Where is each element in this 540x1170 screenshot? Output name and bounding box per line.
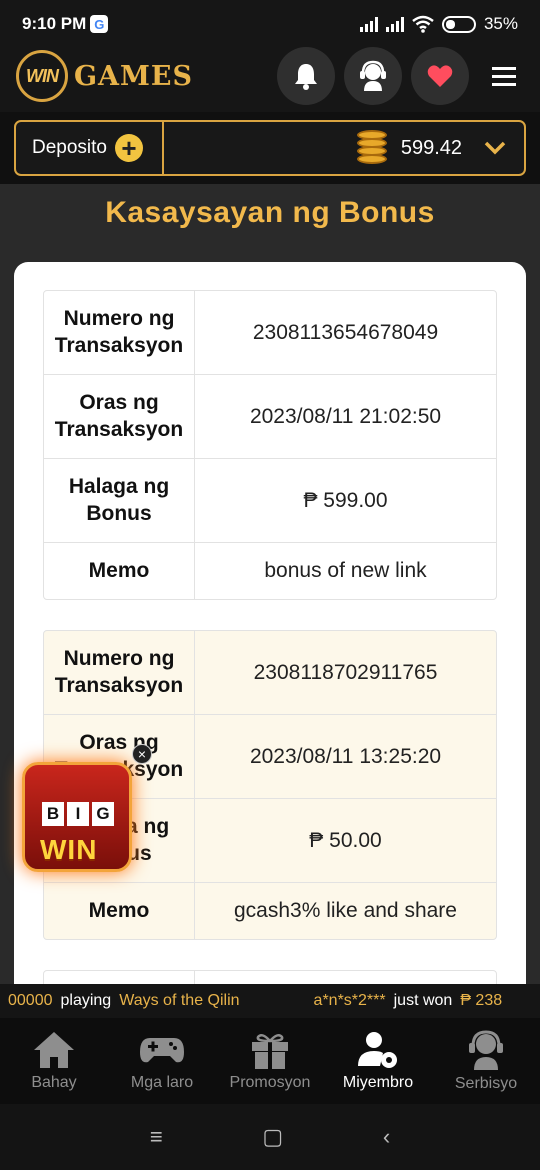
signal-icon [359, 16, 378, 32]
record-row: Numero ng Transaksyon 2308113654678049 [44, 291, 496, 375]
big-win-promo[interactable]: B I G WIN × [22, 744, 152, 872]
app-header: WIN GAMES [0, 40, 540, 112]
gamepad-icon [140, 1038, 184, 1063]
nav-item-games[interactable]: Mga laro [108, 1018, 216, 1104]
big-win-big-text: B I G [42, 802, 114, 826]
logo-mark: WIN [16, 50, 68, 102]
notifications-button[interactable] [277, 47, 335, 105]
wallet-bar-wrap: Deposito + 599.42 [0, 112, 540, 184]
gift-icon [252, 1033, 288, 1069]
bonus-amount-label: Halaga ng Bonus [44, 459, 195, 542]
signal-icon [385, 16, 404, 32]
coins-icon [353, 130, 393, 166]
recent-apps-button[interactable]: ≡ [150, 1124, 163, 1150]
status-indicators: 35% [359, 14, 518, 34]
record-row: Memo bonus of new link [44, 543, 496, 599]
nav-item-promotions[interactable]: Promosyon [216, 1018, 324, 1104]
balance-amount: 599.42 [400, 136, 462, 159]
page-title: Kasaysayan ng Bonus [105, 196, 435, 229]
transaction-time-value: 2023/08/11 21:02:50 [249, 404, 442, 428]
heart-icon [427, 65, 453, 87]
transaction-number-value: 2308113654678049 [252, 320, 439, 344]
main-content: Kasaysayan ng Bonus Numero ng Transaksyo… [0, 184, 540, 1028]
bonus-amount-value: ₱ 599.00 [303, 488, 388, 512]
plus-icon: + [115, 134, 143, 162]
battery-level: 35% [483, 14, 518, 33]
back-button[interactable]: ‹ [383, 1124, 390, 1150]
transaction-time-label: Oras ng Transaksyon [44, 375, 195, 458]
support-button[interactable] [344, 47, 402, 105]
member-settings-icon [358, 1032, 397, 1068]
memo-label: Memo [44, 543, 195, 599]
ticker-won-amount: ₱ 238 [460, 992, 503, 1009]
bell-icon [295, 64, 317, 90]
balance-dropdown[interactable]: 599.42 [353, 130, 524, 166]
record-row: Oras ng Transaksyon 2023/08/11 21:02:50 [44, 375, 496, 459]
nav-label: Mga laro [130, 1074, 194, 1091]
wifi-icon [412, 15, 434, 33]
system-nav-bar: ≡ ▢ ‹ [0, 1104, 540, 1170]
ticker-won-label: just won [393, 992, 453, 1009]
bonus-amount-value: ₱ 50.00 [309, 828, 382, 852]
support-agent-icon [469, 1030, 503, 1070]
transaction-number-value: 2308118702911765 [253, 660, 438, 684]
nav-item-member[interactable]: Miyembro [324, 1018, 432, 1104]
nav-label: Serbisyo [454, 1075, 518, 1092]
winners-ticker: 00000 playing Ways of the Qilin a*n*s*2*… [0, 984, 540, 1018]
hamburger-menu-button[interactable] [484, 47, 524, 105]
hamburger-icon [492, 67, 516, 86]
memo-value: bonus of new link [264, 559, 427, 582]
big-letter: G [92, 802, 114, 826]
ticker-amount: 00000 [8, 992, 53, 1009]
google-icon: G [90, 15, 109, 33]
status-time: 9:10 PM [22, 14, 87, 33]
transaction-time-value: 2023/08/11 13:25:20 [249, 744, 442, 768]
big-letter: B [42, 802, 64, 826]
home-icon [34, 1032, 74, 1068]
record-row: Halaga ng Bonus ₱ 599.00 [44, 459, 496, 543]
chevron-down-icon [484, 141, 506, 155]
record-row: Numero ng Transaksyon 2308118702911765 [44, 631, 496, 715]
favorites-button[interactable] [411, 47, 469, 105]
bottom-nav: Bahay Mga laro Promosyon Miyembro Serbis… [0, 1018, 540, 1104]
wallet-bar: Deposito + 599.42 [14, 120, 526, 176]
close-icon[interactable]: × [132, 744, 152, 764]
ticker-user: a*n*s*2*** [313, 992, 386, 1009]
battery-icon [441, 15, 476, 33]
header-actions [277, 47, 524, 105]
logo[interactable]: WIN GAMES [16, 50, 193, 102]
transaction-number-label: Numero ng Transaksyon [44, 631, 195, 714]
deposit-button[interactable]: Deposito + [16, 122, 164, 174]
memo-label: Memo [44, 883, 195, 939]
memo-value: gcash3% like and share [234, 899, 457, 922]
nav-item-service[interactable]: Serbisyo [432, 1018, 540, 1104]
logo-text: GAMES [74, 60, 193, 92]
deposit-label: Deposito [32, 137, 107, 158]
big-win-win-text: WIN [40, 834, 98, 865]
nav-label: Miyembro [342, 1074, 414, 1091]
transaction-number-label: Numero ng Transaksyon [44, 291, 195, 374]
nav-item-home[interactable]: Bahay [0, 1018, 108, 1104]
big-letter: I [67, 802, 89, 826]
nav-label: Promosyon [229, 1074, 311, 1091]
nav-label: Bahay [31, 1074, 77, 1091]
bonus-history-panel: Numero ng Transaksyon 2308113654678049 O… [14, 262, 526, 1028]
ticker-game-name: Ways of the Qilin [119, 992, 240, 1009]
record-row: Memo gcash3% like and share [44, 883, 496, 939]
home-button[interactable]: ▢ [262, 1124, 283, 1150]
ticker-playing-label: playing [60, 992, 112, 1009]
support-agent-icon [360, 60, 386, 91]
bonus-record: Numero ng Transaksyon 2308113654678049 O… [43, 290, 497, 600]
